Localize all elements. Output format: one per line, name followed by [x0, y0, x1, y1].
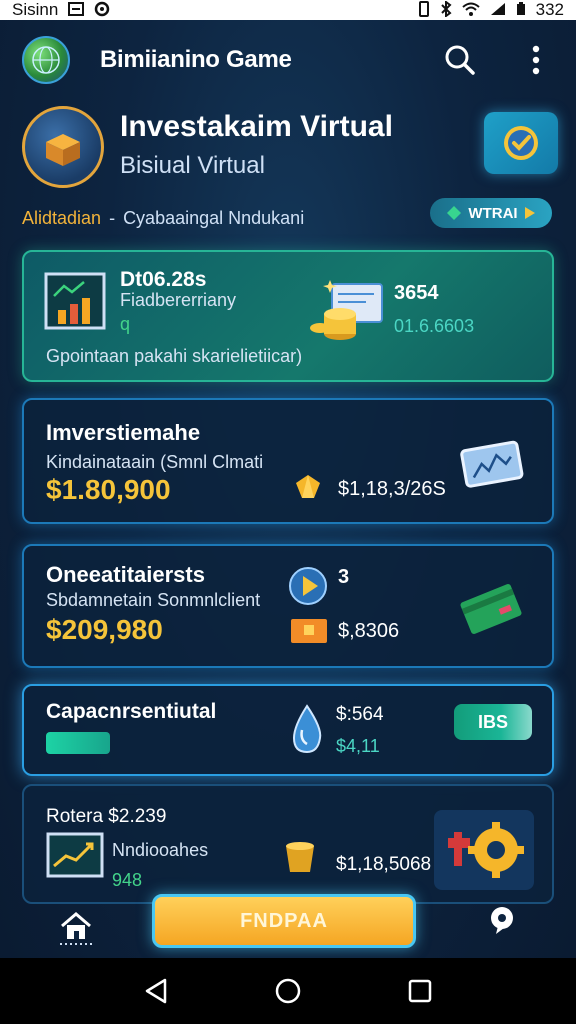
breadcrumb-secondary: Cyabaaingal Nndukani [123, 208, 305, 228]
chat-nav-button[interactable] [484, 904, 522, 942]
investment-right-value: $1,18,3/26S [338, 478, 446, 500]
coins-stack-icon [306, 276, 390, 351]
investment-card[interactable]: Imverstiemahe Kindainataain (Smnl Clmati… [22, 398, 554, 524]
clock: 332 [535, 0, 564, 19]
tag-label: WTRAI [468, 204, 518, 222]
breadcrumb-separator: - [109, 208, 116, 228]
rotera-small-value: 948 [112, 870, 143, 890]
gold-gem-icon [294, 474, 322, 505]
orange-box-icon [290, 616, 328, 651]
system-nav-bar [0, 958, 576, 1024]
investment-amount: $1.80,900 [46, 474, 171, 505]
green-card-icon [458, 580, 524, 643]
verified-button[interactable] [484, 112, 558, 174]
check-badge-icon [504, 126, 538, 160]
bluetooth-icon [440, 0, 452, 20]
carrier-label: Sisinn [12, 0, 59, 19]
summary-right-value: 3654 [394, 282, 439, 304]
recents-square-icon [408, 979, 432, 1003]
summary-right-sub: 01.6.6603 [394, 316, 475, 336]
water-drop-icon [288, 704, 326, 761]
summary-small-value: q [120, 314, 131, 334]
assets-card[interactable]: Oneeatitaiersts Sbdamnetain Sonmnlclient… [22, 544, 554, 668]
rotera-title: Rotera $2.239 [46, 806, 167, 827]
home-system-button[interactable] [268, 971, 308, 1011]
screenshot-icon [68, 1, 85, 19]
more-vertical-icon [532, 45, 540, 75]
stock-chart-card-icon [458, 440, 528, 495]
back-triangle-icon [145, 978, 167, 1004]
virtual-tag-button[interactable]: WTRAI [430, 198, 552, 228]
assets-right-top: 3 [338, 566, 350, 588]
assets-title: Oneeatitaiersts [46, 562, 205, 587]
rotera-card[interactable]: Rotera $2.239 Nndiooahes 948 $1,18,5068 [22, 784, 554, 904]
hero-subtitle: Bisiual Virtual [120, 152, 265, 179]
status-bar: Sisinn 332 [0, 0, 576, 20]
summary-caption: Gpointaan pakahi skarielietiicar) [46, 346, 303, 366]
capacity-right-sub: $4,11 [336, 736, 380, 756]
rotera-right-value: $1,18,5068 [336, 854, 432, 875]
growth-chart-icon [46, 832, 106, 887]
back-button[interactable] [136, 971, 176, 1011]
vibrate-icon [418, 0, 430, 20]
more-options-button[interactable] [518, 42, 554, 78]
signal-icon [490, 2, 506, 19]
app-title: Bimiianino Game [100, 46, 292, 73]
home-icon [60, 912, 92, 945]
capacity-card[interactable]: Capacnrsentiutal $:564 $4,11 IBS [22, 684, 554, 776]
play-circle-icon [288, 566, 328, 611]
chat-bubble-icon [491, 907, 513, 934]
battery-icon [516, 1, 526, 19]
search-button[interactable] [442, 42, 478, 78]
summary-title: Dt06.28s [120, 268, 207, 291]
hero-title: Investakaim Virtual [120, 110, 393, 143]
assets-right-value: $,8306 [338, 620, 400, 642]
coin-bucket-icon [280, 840, 320, 881]
capacity-right-value: $:564 [336, 704, 384, 725]
gem-icon [447, 206, 462, 220]
app-root: Sisinn 332 Bimiianino Game Investakaim V… [0, 0, 576, 1024]
home-nav-button[interactable] [56, 906, 96, 946]
summary-card[interactable]: Dt06.28s Fiadbererriany q Gpointaan paka… [22, 250, 554, 382]
breadcrumb-primary[interactable]: Alidtadian [22, 208, 101, 229]
assets-amount: $209,980 [46, 614, 163, 645]
rotera-subtitle: Nndiooahes [112, 840, 209, 860]
primary-action-button[interactable]: FNDPAA [152, 894, 416, 948]
capacity-badge-button[interactable]: IBS [454, 704, 532, 740]
record-icon [94, 1, 110, 20]
summary-subtitle: Fiadbererriany [120, 290, 237, 310]
treasure-box-icon [22, 106, 104, 188]
chart-board-icon [44, 272, 110, 341]
search-icon [445, 45, 475, 75]
play-arrow-icon [524, 207, 535, 219]
breadcrumb: Alidtadian - Cyabaaingal Nndukani [22, 208, 304, 229]
capacity-progress-bar [46, 732, 110, 754]
globe-logo-icon [22, 36, 70, 84]
app-bar: Bimiianino Game [0, 22, 576, 98]
wifi-icon [461, 2, 480, 19]
investment-title: Imverstiemahe [46, 420, 201, 445]
gear-reward-icon [432, 808, 536, 897]
capacity-title: Capacnrsentiutal [46, 700, 217, 723]
assets-subtitle: Sbdamnetain Sonmnlclient [46, 590, 261, 610]
home-circle-icon [275, 978, 301, 1004]
recents-button[interactable] [400, 971, 440, 1011]
investment-subtitle: Kindainataain (Smnl Clmati [46, 452, 264, 472]
